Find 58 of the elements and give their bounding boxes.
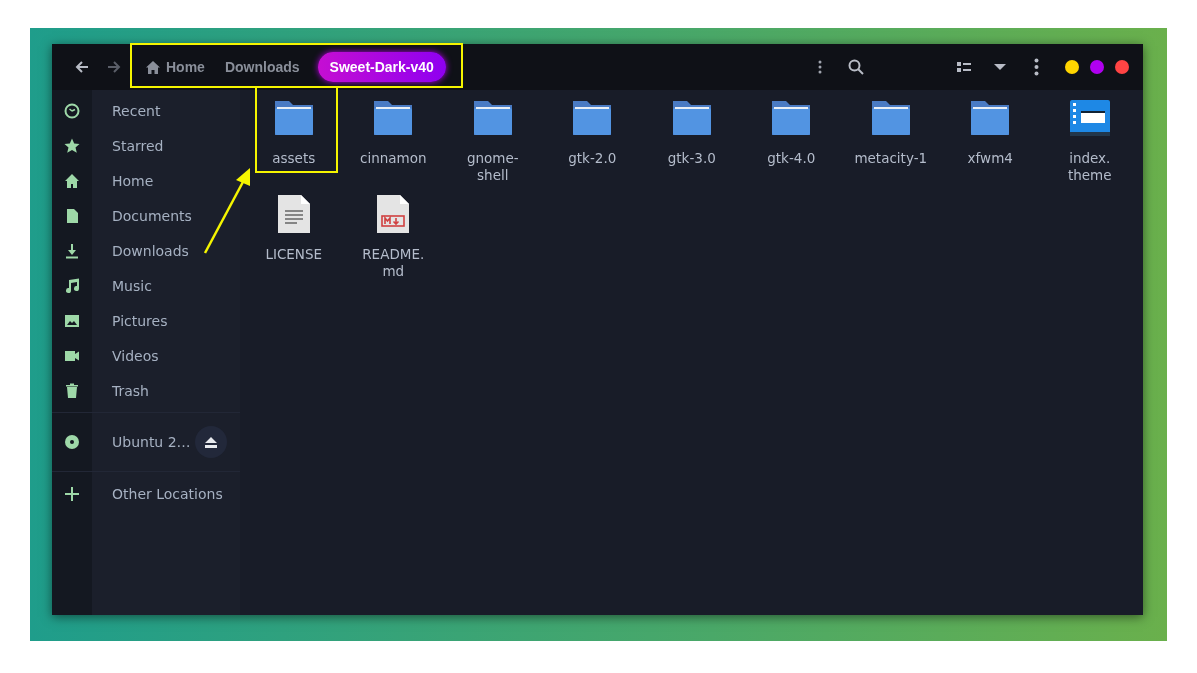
file-name: metacity-1 <box>854 150 928 167</box>
search-icon <box>848 59 864 75</box>
file-name: cinnamon <box>360 150 427 167</box>
document-icon <box>64 207 80 224</box>
trash-icon <box>64 382 80 399</box>
file-name: README. md <box>362 246 425 280</box>
window-control[interactable] <box>1115 60 1129 74</box>
folder-icon[interactable] <box>571 98 614 138</box>
picture-icon <box>64 312 80 329</box>
home-icon <box>146 60 160 74</box>
folder-icon[interactable] <box>670 98 713 138</box>
forward-arrow-icon <box>107 60 121 74</box>
breadcrumb[interactable]: Downloads <box>216 52 308 82</box>
file-name: assets <box>272 150 316 167</box>
disc-icon <box>64 434 80 450</box>
file-name: gtk-3.0 <box>667 150 716 167</box>
music-icon <box>64 277 80 294</box>
sidebar-item[interactable]: Ubuntu 2… <box>112 434 195 450</box>
breadcrumb[interactable]: Sweet-Dark-v40 <box>317 52 446 82</box>
file-name: LICENSE <box>265 246 323 263</box>
file-name: gnome- shell <box>466 150 519 184</box>
sidebar-item[interactable]: Downloads <box>112 242 189 259</box>
sidebar-item[interactable]: Pictures <box>112 312 168 329</box>
sidebar-item[interactable]: Trash <box>112 382 149 399</box>
menu-icon <box>1033 58 1039 76</box>
more-icon <box>818 60 822 74</box>
folder-icon[interactable] <box>770 98 813 138</box>
sidebar-item[interactable]: Other Locations <box>112 485 223 502</box>
breadcrumb[interactable]: Home <box>138 52 213 82</box>
sidebar-item[interactable]: Recent <box>112 102 161 119</box>
text-file-icon[interactable] <box>276 194 311 234</box>
file-name: gtk-4.0 <box>767 150 816 167</box>
star-icon <box>64 137 80 154</box>
file-name: index. theme <box>1067 150 1112 184</box>
sidebar-item[interactable]: Starred <box>112 137 164 154</box>
home-icon <box>64 172 80 189</box>
sidebar-item[interactable]: Music <box>112 277 152 294</box>
eject-button[interactable] <box>195 426 227 458</box>
folder-icon[interactable] <box>272 98 315 138</box>
file-name: xfwm4 <box>967 150 1013 167</box>
list-icon <box>957 61 971 73</box>
sidebar-item[interactable]: Videos <box>112 347 159 364</box>
back-arrow-icon <box>75 60 89 74</box>
sidebar-item[interactable]: Home <box>112 172 154 189</box>
markdown-file-icon[interactable] <box>376 194 411 234</box>
window-control[interactable] <box>1065 60 1079 74</box>
folder-icon[interactable] <box>372 98 415 138</box>
folder-icon[interactable] <box>869 98 912 138</box>
file-name: gtk-2.0 <box>568 150 617 167</box>
eject-icon <box>205 436 217 448</box>
plus-icon <box>64 485 80 502</box>
download-icon <box>64 242 80 259</box>
folder-icon[interactable] <box>471 98 514 138</box>
folder-icon[interactable] <box>969 98 1012 138</box>
window-icon[interactable] <box>1068 98 1111 138</box>
caret-icon <box>994 63 1006 71</box>
clock-icon <box>64 102 80 119</box>
sidebar-item[interactable]: Documents <box>112 207 192 224</box>
